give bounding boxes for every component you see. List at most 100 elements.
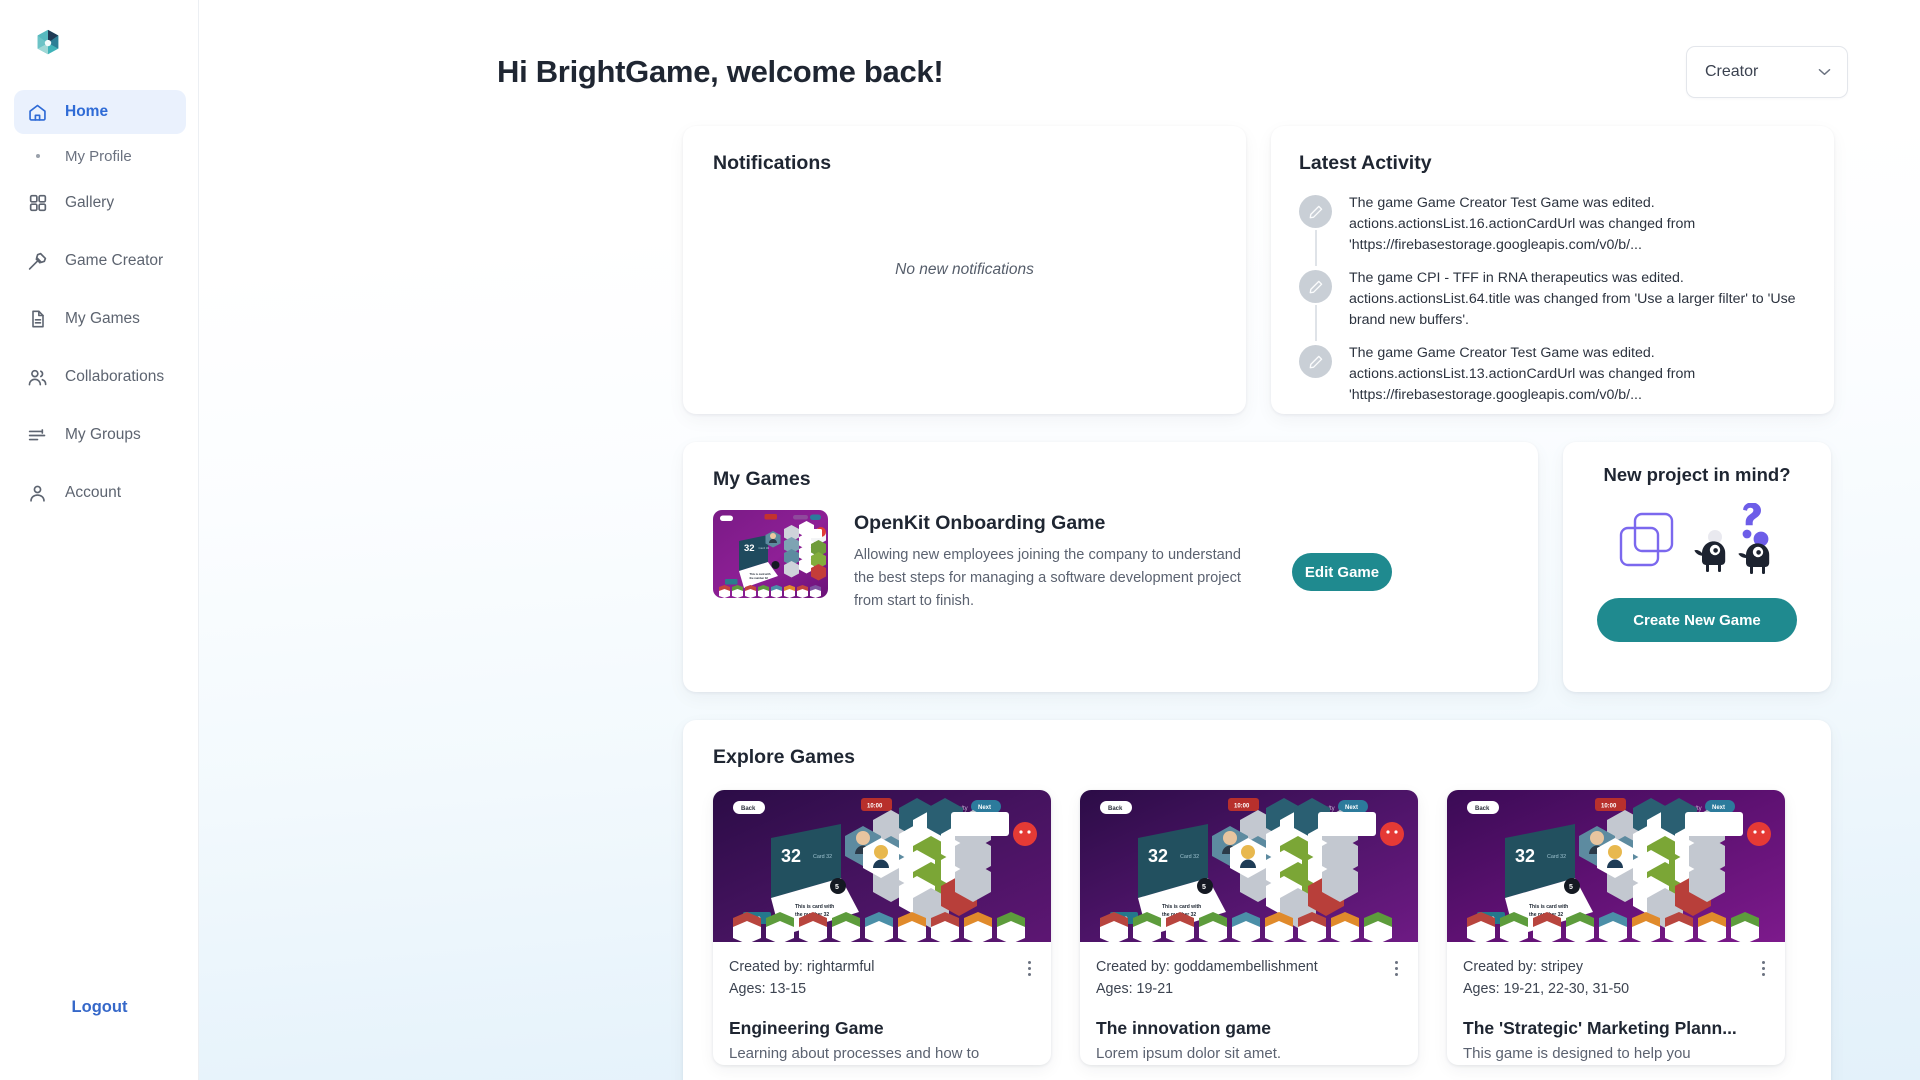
sidebar-item-label: Home [65,103,109,120]
pencil-icon [1299,195,1332,228]
activity-item[interactable]: The game Game Creator Test Game was edit… [1299,193,1806,267]
sidebar-item-label: My Groups [65,426,141,443]
game-card[interactable]: Back 10:00 Dis/multy Next 32 Card 32 Thi… [1447,790,1785,1066]
create-new-game-button[interactable]: Create New Game [1597,598,1797,642]
bullet-dot-icon [27,154,48,158]
main-content: Hi BrightGame, welcome back! Creator Not… [199,0,1920,1080]
strategic-marketing-planning-game-thumbnail: Back 10:00 Dis/multy Next 32 Card 32 Thi… [1447,790,1785,942]
game-card-description: Learning about processes and how to [729,1044,980,1062]
game-title: OpenKit Onboarding Game [854,512,1106,534]
game-card-title: Engineering Game [729,1017,884,1038]
svg-text:Card 32: Card 32 [813,854,832,860]
svg-text:This is card with: This is card with [1529,904,1568,910]
activity-item-text: The game Game Creator Test Game was edit… [1349,345,1696,404]
game-card-description: This game is designed to help you [1463,1044,1691,1062]
explore-games-grid: Back 10:00 Dis/multy Next 32 Card 32 Thi… [713,790,1801,1066]
sidebar-item-my-profile[interactable]: My Profile [14,139,186,173]
kebab-menu-icon[interactable] [1024,957,1035,980]
svg-text:32: 32 [744,543,755,554]
question-characters-icon [1694,503,1770,574]
sidebar-item-my-groups[interactable]: My Groups [14,413,186,457]
person-icon [27,483,48,504]
game-card[interactable]: Back 10:00 Dis/multy Next 32 Card 32 Thi… [1080,790,1418,1066]
page-title: Hi BrightGame, welcome back! [497,54,944,89]
my-games-body: 32 Card 32 This is card with the number … [713,510,1508,613]
svg-text:32: 32 [1515,846,1535,866]
sidebar-item-gallery[interactable]: Gallery [14,181,186,225]
svg-text:5: 5 [1202,884,1206,891]
edit-game-button[interactable]: Edit Game [1292,553,1392,591]
svg-text:Next: Next [1345,805,1358,811]
svg-text:Next: Next [978,805,991,811]
role-selector-value: Creator [1705,63,1759,80]
svg-text:10:00: 10:00 [1234,804,1250,810]
sidebar-item-label: Game Creator [65,252,164,269]
game-card-creator: Created by: stripey [1463,959,1583,975]
activity-item[interactable]: The game Game Creator Test Game was edit… [1299,343,1806,406]
activity-list: The game Game Creator Test Game was edit… [1299,193,1806,406]
sidebar-item-label: Gallery [65,194,115,211]
kebab-menu-icon[interactable] [1758,957,1769,980]
pencil-icon [1299,345,1332,379]
game-card-body: Created by: stripey Ages: 19-21, 22-30, … [1447,942,1785,1065]
row-notifications-activity: Notifications No new notifications Lates… [199,126,1920,414]
sidebar-item-game-creator[interactable]: Game Creator [14,239,186,283]
game-card-title: The 'Strategic' Marketing Plann... [1463,1017,1737,1038]
row-mygames-newproject: My Games 32 Card 32 This is card with th… [199,442,1920,692]
sidebar-item-label: My Games [65,310,140,327]
document-icon [27,309,48,330]
role-selector[interactable]: Creator [1686,46,1848,98]
openkit-logo [37,29,59,55]
sidebar-item-label: Account [65,484,122,501]
sidebar: Home My Profile Gallery Game Creator My … [0,0,199,1080]
notifications-panel: Notifications No new notifications [683,126,1246,414]
game-card-body: Created by: rightarmful Ages: 13-15 Engi… [713,942,1051,1065]
innovation-game-thumbnail: Back 10:00 Dis/multy Next 32 Card 32 Thi… [1080,790,1418,942]
svg-text:10:00: 10:00 [1601,804,1617,810]
new-project-title: New project in mind? [1603,464,1791,485]
game-card-meta: Created by: rightarmful Ages: 13-15 [729,957,1035,1001]
explore-games-panel: Explore Games Back 10:00 Dis/multy Next [683,720,1831,1080]
sidebar-nav: Home My Profile Gallery Game Creator My … [0,90,198,515]
logout-button[interactable]: Logout [0,960,199,1080]
svg-text:Next: Next [1712,805,1725,811]
sidebar-item-my-games[interactable]: My Games [14,297,186,341]
openkit-onboarding-game-thumbnail[interactable]: 32 Card 32 This is card with the number … [713,510,828,598]
hammer-icon [27,251,48,272]
game-card-description: Lorem ipsum dolor sit amet. [1096,1044,1282,1062]
sidebar-item-collaborations[interactable]: Collaborations [14,355,186,399]
game-card-meta-text: Created by: goddamembellishment Ages: 19… [1096,957,1318,1001]
svg-text:32: 32 [781,846,801,866]
sidebar-subitem-label: My Profile [65,147,132,165]
overlapping-squares-icon [1619,512,1674,567]
game-description: Allowing new employees joining the compa… [854,547,1241,610]
svg-text:5: 5 [835,884,839,891]
game-card-creator: Created by: goddamembellishment [1096,959,1318,975]
logo-container[interactable] [0,0,198,78]
sidebar-item-account[interactable]: Account [14,471,186,515]
sidebar-item-home[interactable]: Home [14,90,186,134]
sidebar-item-label: Collaborations [65,368,165,385]
game-card-meta: Created by: goddamembellishment Ages: 19… [1096,957,1402,1001]
latest-activity-panel: Latest Activity The game Game Creator Te… [1271,126,1834,414]
kebab-menu-icon[interactable] [1391,957,1402,980]
game-card-meta-text: Created by: stripey Ages: 19-21, 22-30, … [1463,957,1629,1001]
activity-item[interactable]: The game CPI - TFF in RNA therapeutics w… [1299,268,1806,342]
new-project-panel: New project in mind? Create New Game [1563,442,1831,692]
row-explore: Explore Games Back 10:00 Dis/multy Next [199,720,1920,1080]
svg-text:Card 32: Card 32 [1180,854,1199,860]
svg-text:This is card with: This is card with [795,904,834,910]
game-card-meta-text: Created by: rightarmful Ages: 13-15 [729,957,874,1001]
game-card-creator: Created by: rightarmful [729,959,875,975]
activity-item-text: The game Game Creator Test Game was edit… [1349,195,1696,254]
my-games-title: My Games [713,468,811,490]
svg-text:Card 32: Card 32 [1547,854,1566,860]
game-card[interactable]: Back 10:00 Dis/multy Next 32 Card 32 Thi… [713,790,1051,1066]
explore-games-title: Explore Games [713,746,855,768]
svg-text:Back: Back [1108,806,1123,812]
latest-activity-title: Latest Activity [1299,152,1432,174]
